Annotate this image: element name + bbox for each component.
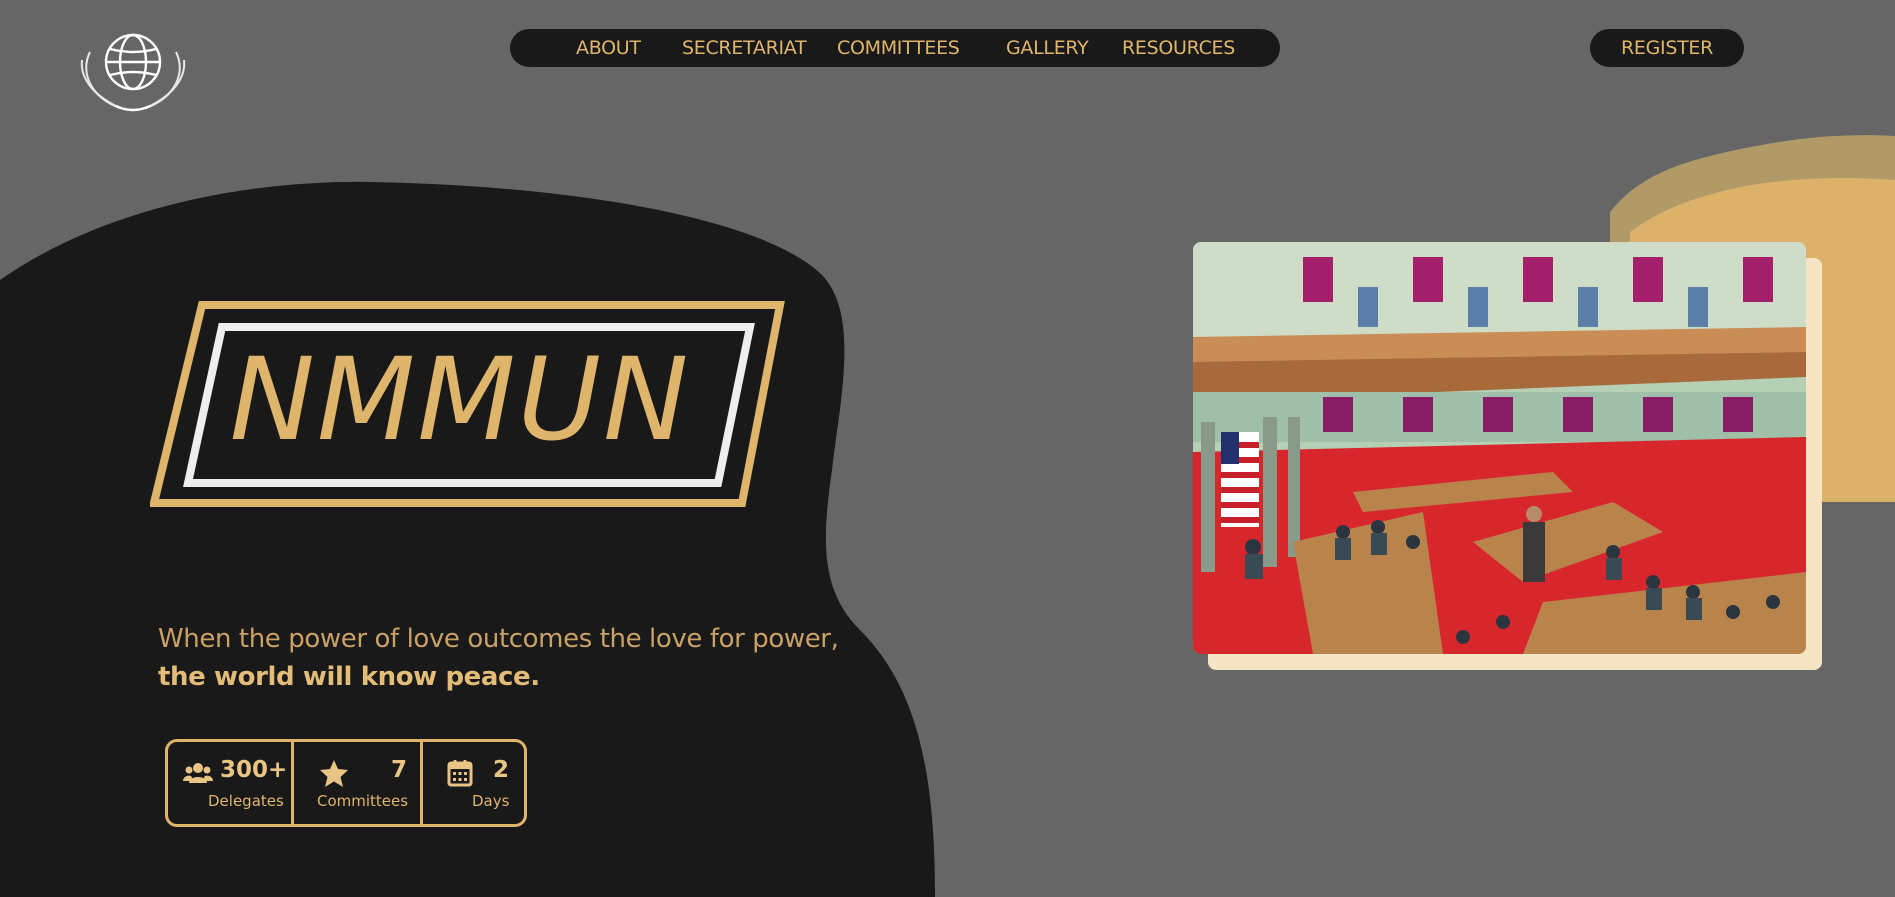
quote-line-2: the world will know peace. [158, 662, 540, 692]
stat-delegates-label: Delegates [208, 792, 284, 810]
stat-days-label: Days [472, 792, 510, 810]
nav-item-gallery[interactable]: GALLERY [1006, 29, 1089, 67]
stat-committees-label: Committees [317, 792, 409, 810]
nav-item-committees[interactable]: COMMITTEES [837, 29, 960, 67]
register-button[interactable]: REGISTER [1590, 29, 1744, 67]
quote-line-1: When the power of love outcomes the love… [158, 624, 839, 654]
star-icon [320, 760, 348, 787]
un-globe-logo-icon [80, 33, 186, 112]
assembly-hall-image [1193, 242, 1806, 654]
stat-delegates: 300+ Delegates [168, 742, 292, 824]
stat-days-value: 2 [493, 757, 510, 783]
stats-box: 300+ Delegates 7 Committees 2 Days [165, 739, 527, 827]
nav-item-resources[interactable]: RESOURCES [1122, 29, 1235, 67]
hero-title: NMMUN [229, 333, 691, 466]
stat-committees: 7 Committees [294, 742, 422, 824]
nav-item-secretariat[interactable]: SECRETARIAT [682, 29, 807, 67]
main-nav: ABOUT SECRETARIAT COMMITTEES GALLERY RES… [510, 29, 1280, 67]
stat-days: 2 Days [423, 742, 527, 824]
nav-item-about[interactable]: ABOUT [576, 29, 641, 67]
stat-delegates-value: 300+ [220, 757, 288, 783]
calendar-icon [447, 760, 473, 787]
stat-committees-value: 7 [391, 757, 408, 783]
users-icon [183, 763, 213, 783]
hero-quote: When the power of love outcomes the love… [158, 620, 858, 696]
